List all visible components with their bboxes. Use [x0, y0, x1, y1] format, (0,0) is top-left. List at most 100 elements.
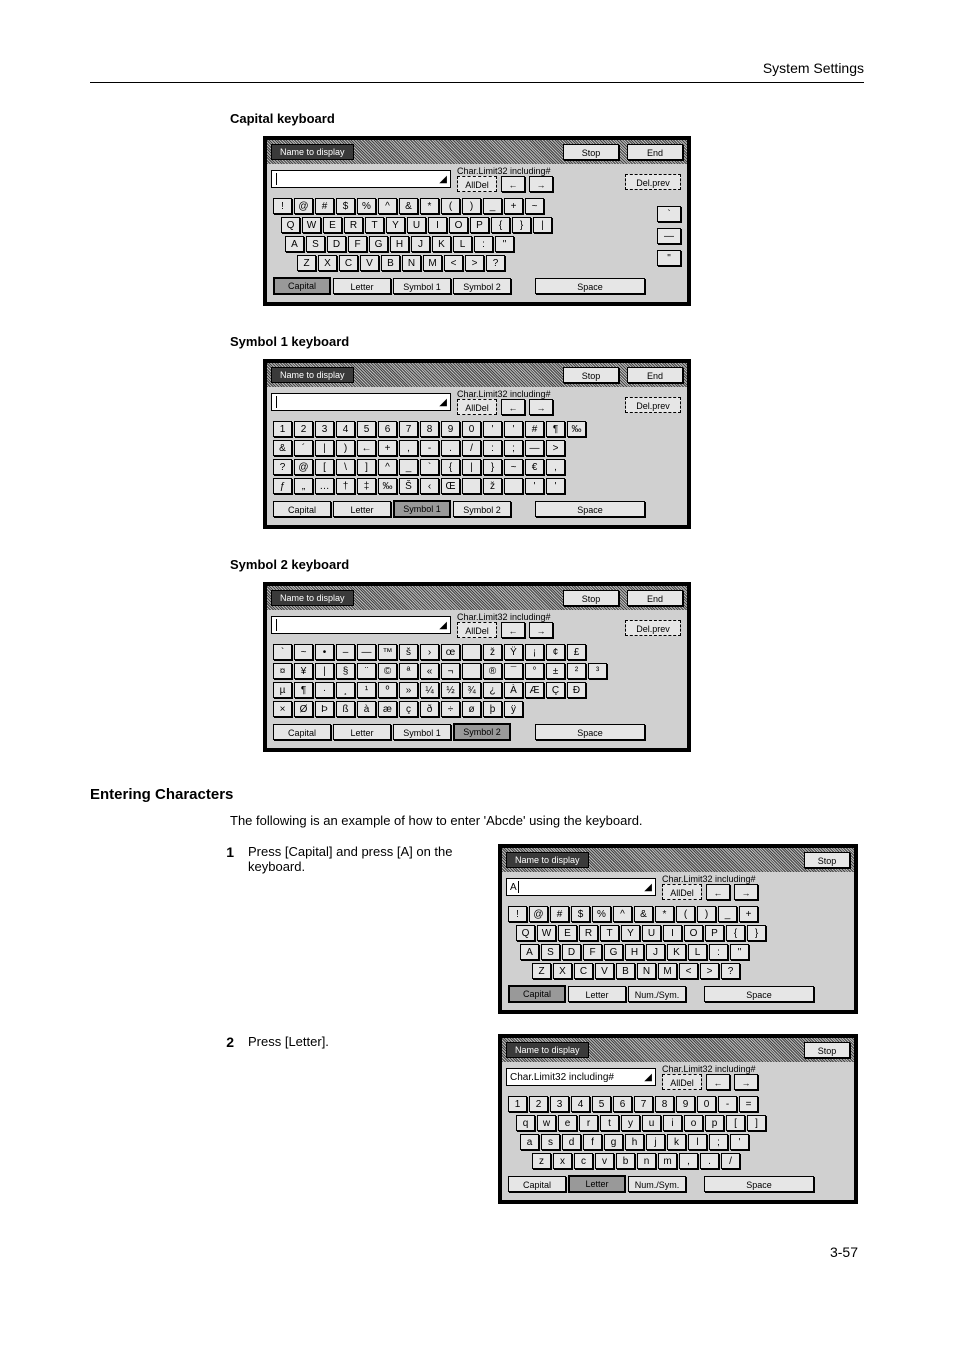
- key[interactable]: 4: [336, 421, 355, 437]
- tab-letter[interactable]: Letter: [333, 278, 391, 294]
- stop-button[interactable]: Stop: [563, 367, 619, 383]
- right-button[interactable]: →: [529, 622, 553, 638]
- tab-capital[interactable]: Capital: [273, 724, 331, 740]
- key[interactable]: f: [583, 1134, 602, 1150]
- key[interactable]: K: [667, 944, 686, 960]
- key[interactable]: A: [520, 944, 539, 960]
- space-key[interactable]: Space: [535, 278, 645, 294]
- key[interactable]: :: [483, 440, 502, 456]
- key[interactable]: S: [541, 944, 560, 960]
- key[interactable]: #: [550, 906, 569, 922]
- key[interactable]: ¹: [357, 682, 376, 698]
- key[interactable]: ð: [420, 701, 439, 717]
- key[interactable]: »: [399, 682, 418, 698]
- key[interactable]: M: [423, 255, 442, 271]
- key[interactable]: <: [679, 963, 698, 979]
- key[interactable]: c: [574, 1153, 593, 1169]
- key[interactable]: M: [658, 963, 677, 979]
- key[interactable]: _: [483, 198, 502, 214]
- space-key[interactable]: Space: [535, 501, 645, 517]
- key[interactable]: 5: [357, 421, 376, 437]
- key[interactable]: U: [407, 217, 426, 233]
- tab-capital[interactable]: Capital: [273, 277, 331, 295]
- key[interactable]: ?: [721, 963, 740, 979]
- key[interactable]: &: [273, 440, 292, 456]
- key[interactable]: I: [663, 925, 682, 941]
- key[interactable]: ¡: [525, 644, 544, 660]
- key[interactable]: P: [705, 925, 724, 941]
- key[interactable]: ×: [273, 701, 292, 717]
- key[interactable]: 2: [294, 421, 313, 437]
- key[interactable]: 7: [399, 421, 418, 437]
- key[interactable]: N: [637, 963, 656, 979]
- delprev-button[interactable]: Del.prev: [625, 174, 681, 190]
- key[interactable]: ¨: [357, 663, 376, 679]
- key[interactable]: ¯: [504, 663, 523, 679]
- tab-letter[interactable]: Letter: [333, 724, 391, 740]
- end-button[interactable]: End: [627, 367, 683, 383]
- key[interactable]: :: [474, 236, 493, 252]
- key[interactable]: ³: [588, 663, 607, 679]
- key[interactable]: ç: [399, 701, 418, 717]
- key[interactable]: X: [318, 255, 337, 271]
- key[interactable]: ': [483, 421, 502, 437]
- key[interactable]: ‰: [567, 421, 586, 437]
- key[interactable]: D: [327, 236, 346, 252]
- key[interactable]: à: [357, 701, 376, 717]
- side-key[interactable]: ": [657, 250, 681, 266]
- key[interactable]: G: [369, 236, 388, 252]
- key[interactable]: R: [579, 925, 598, 941]
- key[interactable]: 9: [676, 1096, 695, 1112]
- key[interactable]: `: [420, 459, 439, 475]
- key[interactable]: ): [336, 440, 355, 456]
- key[interactable]: m: [658, 1153, 677, 1169]
- key[interactable]: Q: [281, 217, 300, 233]
- key[interactable]: P: [470, 217, 489, 233]
- key[interactable]: £: [567, 644, 586, 660]
- key[interactable]: [504, 478, 523, 494]
- key[interactable]: &: [399, 198, 418, 214]
- key[interactable]: Ø: [294, 701, 313, 717]
- key[interactable]: ß: [336, 701, 355, 717]
- key[interactable]: K: [432, 236, 451, 252]
- key[interactable]: @: [294, 198, 313, 214]
- key[interactable]: {: [441, 459, 460, 475]
- key[interactable]: 3: [550, 1096, 569, 1112]
- key[interactable]: Æ: [525, 682, 544, 698]
- key[interactable]: Y: [621, 925, 640, 941]
- key[interactable]: B: [381, 255, 400, 271]
- left-button[interactable]: ←: [501, 622, 525, 638]
- stop-button[interactable]: Stop: [563, 590, 619, 606]
- key[interactable]: p: [705, 1115, 724, 1131]
- key[interactable]: $: [336, 198, 355, 214]
- key[interactable]: H: [625, 944, 644, 960]
- key[interactable]: ´: [294, 440, 313, 456]
- key[interactable]: v: [595, 1153, 614, 1169]
- space-key[interactable]: Space: [535, 724, 645, 740]
- tab-numsym[interactable]: Num./Sym.: [628, 1176, 686, 1192]
- tab-capital[interactable]: Capital: [508, 1176, 566, 1192]
- key[interactable]: 4: [571, 1096, 590, 1112]
- key[interactable]: D: [562, 944, 581, 960]
- key[interactable]: T: [600, 925, 619, 941]
- key[interactable]: ': [504, 421, 523, 437]
- delprev-button[interactable]: Del.prev: [625, 620, 681, 636]
- key[interactable]: Y: [386, 217, 405, 233]
- key[interactable]: {: [491, 217, 510, 233]
- key[interactable]: †: [336, 478, 355, 494]
- key[interactable]: ?: [486, 255, 505, 271]
- key[interactable]: *: [655, 906, 674, 922]
- key[interactable]: F: [583, 944, 602, 960]
- key[interactable]: J: [411, 236, 430, 252]
- key[interactable]: n: [637, 1153, 656, 1169]
- key[interactable]: 9: [441, 421, 460, 437]
- key[interactable]: F: [348, 236, 367, 252]
- key[interactable]: /: [721, 1153, 740, 1169]
- key[interactable]: ¼: [420, 682, 439, 698]
- key[interactable]: ÿ: [504, 701, 523, 717]
- key[interactable]: 5: [592, 1096, 611, 1112]
- key[interactable]: Ÿ: [504, 644, 523, 660]
- left-button[interactable]: ←: [706, 1074, 730, 1090]
- key[interactable]: [: [315, 459, 334, 475]
- left-button[interactable]: ←: [501, 399, 525, 415]
